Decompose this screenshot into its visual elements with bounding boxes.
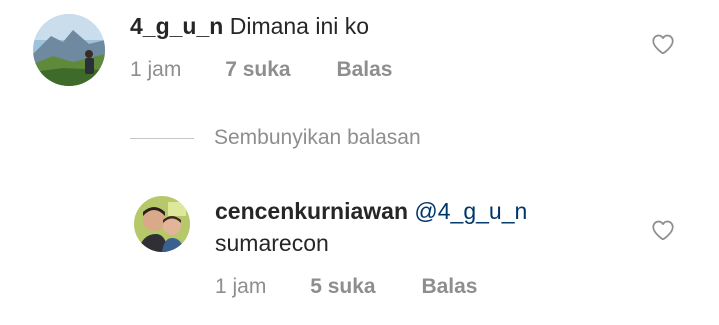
hide-replies-label: Sembunyikan balasan [214, 126, 421, 149]
comment-reply-button[interactable]: Balas [336, 57, 392, 83]
reply-avatar-image [134, 196, 190, 252]
reply-time: 1 jam [215, 275, 267, 298]
heart-outline-icon[interactable] [650, 217, 676, 243]
reply-reply-button[interactable]: Balas [421, 274, 477, 300]
reply-likes-count[interactable]: 5 suka [310, 274, 375, 300]
comment-line: 4_g_u_n Dimana ini ko [130, 12, 369, 40]
heart-outline-icon[interactable] [650, 31, 676, 57]
comment-likes-count[interactable]: 7 suka [225, 57, 290, 83]
comment-text: Dimana ini ko [229, 13, 370, 39]
divider-line [130, 138, 194, 139]
avatar[interactable] [33, 14, 105, 86]
reply-avatar[interactable] [134, 196, 190, 252]
reply-username[interactable]: cencenkurniawan [215, 198, 408, 224]
reply-meta: 1 jam 5 suka Balas [215, 274, 477, 300]
reply-line: cencenkurniawan @4_g_u_n [215, 197, 527, 225]
comment-time: 1 jam [130, 58, 182, 81]
reply-text: sumarecon [215, 230, 329, 256]
avatar-image [33, 14, 105, 86]
comment-username[interactable]: 4_g_u_n [130, 13, 223, 39]
reply-mention[interactable]: @4_g_u_n [414, 198, 527, 224]
comment-meta: 1 jam 7 suka Balas [130, 57, 392, 83]
